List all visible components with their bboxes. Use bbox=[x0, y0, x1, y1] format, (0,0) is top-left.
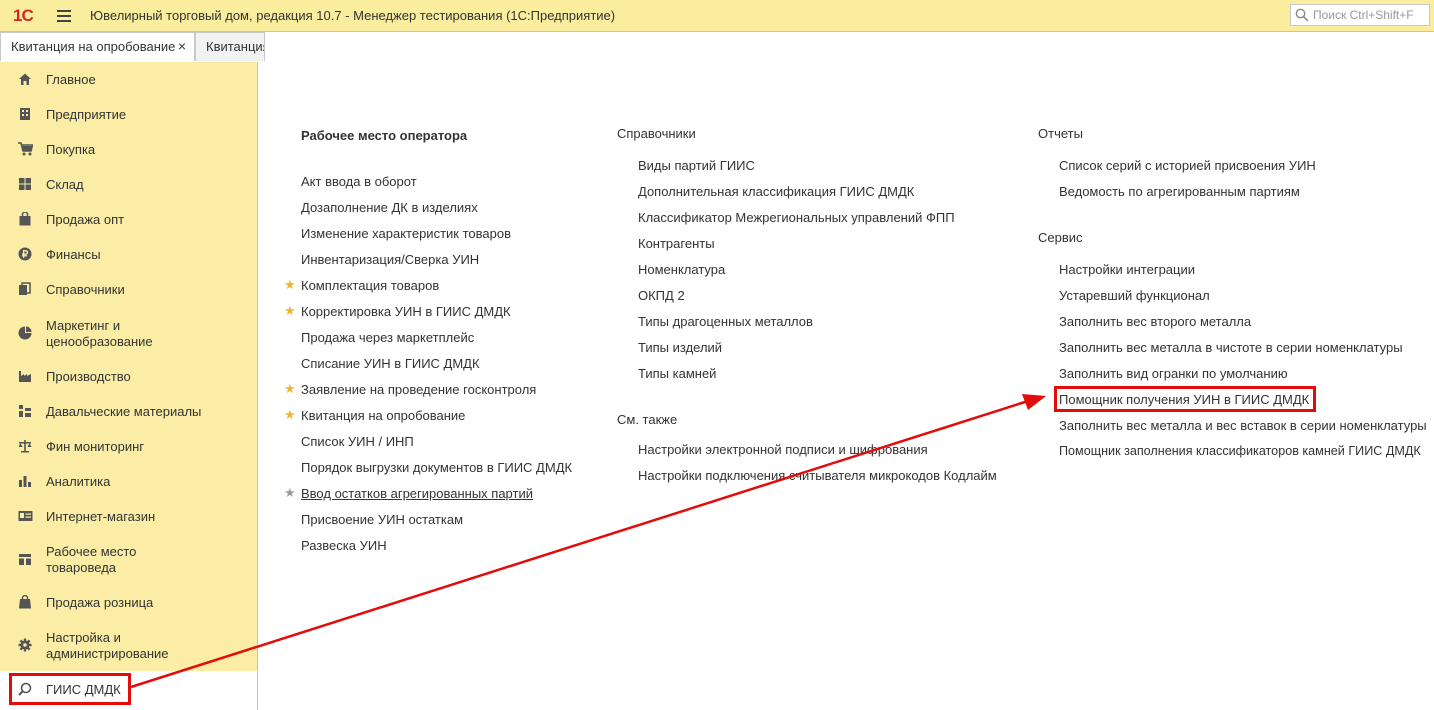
reference-link[interactable]: Дополнительная классификация ГИИС ДМДК bbox=[638, 184, 914, 199]
sidebar-item-label: Продажа опт bbox=[46, 212, 125, 227]
home-icon bbox=[17, 72, 33, 88]
bar-chart-icon bbox=[17, 474, 33, 490]
window-title: Ювелирный торговый дом, редакция 10.7 - … bbox=[90, 8, 616, 23]
sidebar-item-label: Настройка и администрирование bbox=[46, 630, 169, 661]
operator-link[interactable]: Акт ввода в оборот bbox=[301, 174, 417, 189]
workplace-icon bbox=[17, 552, 33, 568]
tab-strip: Квитанция на опробование × Квитанция bbox=[0, 32, 1434, 62]
svg-text:₽: ₽ bbox=[22, 250, 29, 261]
reference-link[interactable]: Контрагенты bbox=[638, 236, 715, 251]
sidebar-item-label: Продажа розница bbox=[46, 595, 154, 610]
report-link[interactable]: Ведомость по агрегированным партиям bbox=[1059, 184, 1300, 199]
service-section-title: Сервис bbox=[1038, 230, 1083, 245]
sidebar-item-label: Интернет-магазин bbox=[46, 509, 156, 524]
main-menu-icon[interactable] bbox=[57, 10, 71, 22]
sections-panel: Главное Предприятие Покупка Склад Продаж… bbox=[0, 62, 258, 710]
tab-label: Квитанция на опробование bbox=[11, 39, 176, 54]
sidebar-item-label: Аналитика bbox=[46, 474, 111, 489]
app-logo: 1С bbox=[13, 6, 34, 25]
reference-link[interactable]: Номенклатура bbox=[638, 262, 725, 277]
reference-link[interactable]: Типы драгоценных металлов bbox=[638, 314, 813, 329]
sidebar-item-label: Склад bbox=[46, 177, 84, 192]
operator-link[interactable]: Ввод остатков агрегированных партий bbox=[301, 486, 533, 501]
pie-chart-icon bbox=[17, 326, 33, 342]
sidebar-item-label: Маркетинг и ценообразование bbox=[46, 318, 153, 349]
see-also-title: См. также bbox=[617, 412, 678, 427]
building-icon bbox=[17, 107, 33, 123]
operator-link[interactable]: Списание УИН в ГИИС ДМДК bbox=[301, 356, 480, 371]
favorite-star-icon[interactable]: ★ bbox=[284, 407, 296, 423]
sidebar-item-label: Справочники bbox=[46, 282, 125, 297]
ruble-icon: ₽ bbox=[17, 247, 33, 263]
operator-link[interactable]: Порядок выгрузки документов в ГИИС ДМДК bbox=[301, 460, 572, 475]
warehouse-icon bbox=[17, 177, 33, 193]
service-link[interactable]: Заполнить вес металла в чистоте в серии … bbox=[1059, 340, 1403, 355]
favorite-star-icon[interactable]: ★ bbox=[284, 277, 296, 293]
bag-icon bbox=[17, 211, 33, 228]
operator-link[interactable]: Продажа через маркетплейс bbox=[301, 330, 474, 345]
favorite-star-icon[interactable]: ★ bbox=[284, 303, 296, 319]
operator-link[interactable]: Инвентаризация/Сверка УИН bbox=[301, 252, 479, 267]
sidebar-item-label: Предприятие bbox=[46, 107, 127, 122]
operator-section-title: Рабочее место оператора bbox=[301, 128, 468, 143]
reference-link[interactable]: Типы изделий bbox=[638, 340, 722, 355]
references-section-title: Справочники bbox=[617, 126, 696, 141]
operator-link[interactable]: Квитанция на опробование bbox=[301, 408, 465, 423]
highlight-box-uin-assistant bbox=[1054, 386, 1316, 412]
shopping-bag-icon bbox=[17, 594, 33, 611]
see-also-link[interactable]: Настройки электронной подписи и шифрован… bbox=[638, 442, 928, 457]
sidebar-item-label: Производство bbox=[46, 369, 131, 384]
reference-link[interactable]: Виды партий ГИИС bbox=[638, 158, 755, 173]
gear-icon bbox=[17, 638, 33, 654]
sidebar-item-label: Рабочее место товароведа bbox=[46, 544, 137, 575]
materials-icon bbox=[17, 404, 33, 420]
close-icon[interactable]: × bbox=[178, 38, 186, 54]
operator-link[interactable]: Заявление на проведение госконтроля bbox=[301, 382, 536, 397]
service-link[interactable]: Заполнить вес второго металла bbox=[1059, 314, 1251, 329]
favorite-star-icon[interactable]: ★ bbox=[284, 381, 296, 397]
sidebar-item-label: Давальческие материалы bbox=[46, 404, 202, 419]
reports-section-title: Отчеты bbox=[1038, 126, 1083, 141]
scales-icon bbox=[17, 439, 33, 455]
see-also-link[interactable]: Настройки подключения считывателя микрок… bbox=[638, 468, 997, 483]
reference-link[interactable]: Классификатор Межрегиональных управлений… bbox=[638, 210, 955, 225]
cart-icon bbox=[17, 142, 34, 158]
operator-link[interactable]: Список УИН / ИНП bbox=[301, 434, 414, 449]
tab-receipt[interactable]: Квитанция на опробование × bbox=[0, 32, 195, 61]
report-link[interactable]: Список серий с историей присвоения УИН bbox=[1059, 158, 1316, 173]
operator-link[interactable]: Изменение характеристик товаров bbox=[301, 226, 511, 241]
sidebar-item-label: Фин мониторинг bbox=[46, 439, 144, 454]
search-placeholder: Поиск Ctrl+Shift+F bbox=[1313, 8, 1414, 22]
operator-link[interactable]: Дозаполнение ДК в изделиях bbox=[301, 200, 478, 215]
search-input[interactable]: Поиск Ctrl+Shift+F bbox=[1290, 4, 1430, 26]
title-bar: 1С Ювелирный торговый дом, редакция 10.7… bbox=[0, 0, 1434, 32]
operator-link[interactable]: Развеска УИН bbox=[301, 538, 387, 553]
tab-label: Квитанция bbox=[206, 39, 265, 54]
reference-link[interactable]: ОКПД 2 bbox=[638, 288, 685, 303]
favorite-star-icon[interactable]: ★ bbox=[284, 485, 296, 501]
service-link[interactable]: Настройки интеграции bbox=[1059, 262, 1195, 277]
search-icon bbox=[1295, 8, 1309, 22]
tab-receipt-2[interactable]: Квитанция bbox=[195, 32, 265, 61]
operator-link[interactable]: Комплектация товаров bbox=[301, 278, 439, 293]
sidebar-item-label: Главное bbox=[46, 72, 96, 87]
service-link[interactable]: Заполнить вид огранки по умолчанию bbox=[1059, 366, 1288, 381]
service-link[interactable]: Устаревший функционал bbox=[1059, 288, 1210, 303]
id-card-icon bbox=[17, 509, 33, 525]
sidebar-item-label: Финансы bbox=[46, 247, 101, 262]
service-link[interactable]: Помощник заполнения классификаторов камн… bbox=[1059, 444, 1421, 458]
factory-icon bbox=[17, 369, 33, 385]
operator-link[interactable]: Присвоение УИН остаткам bbox=[301, 512, 463, 527]
operator-link[interactable]: Корректировка УИН в ГИИС ДМДК bbox=[301, 304, 511, 319]
highlight-box-giis bbox=[9, 673, 131, 705]
service-link[interactable]: Заполнить вес металла и вес вставок в се… bbox=[1059, 418, 1427, 433]
reference-link[interactable]: Типы камней bbox=[638, 366, 716, 381]
sidebar-item-label: Покупка bbox=[46, 142, 96, 157]
books-icon bbox=[17, 282, 33, 298]
